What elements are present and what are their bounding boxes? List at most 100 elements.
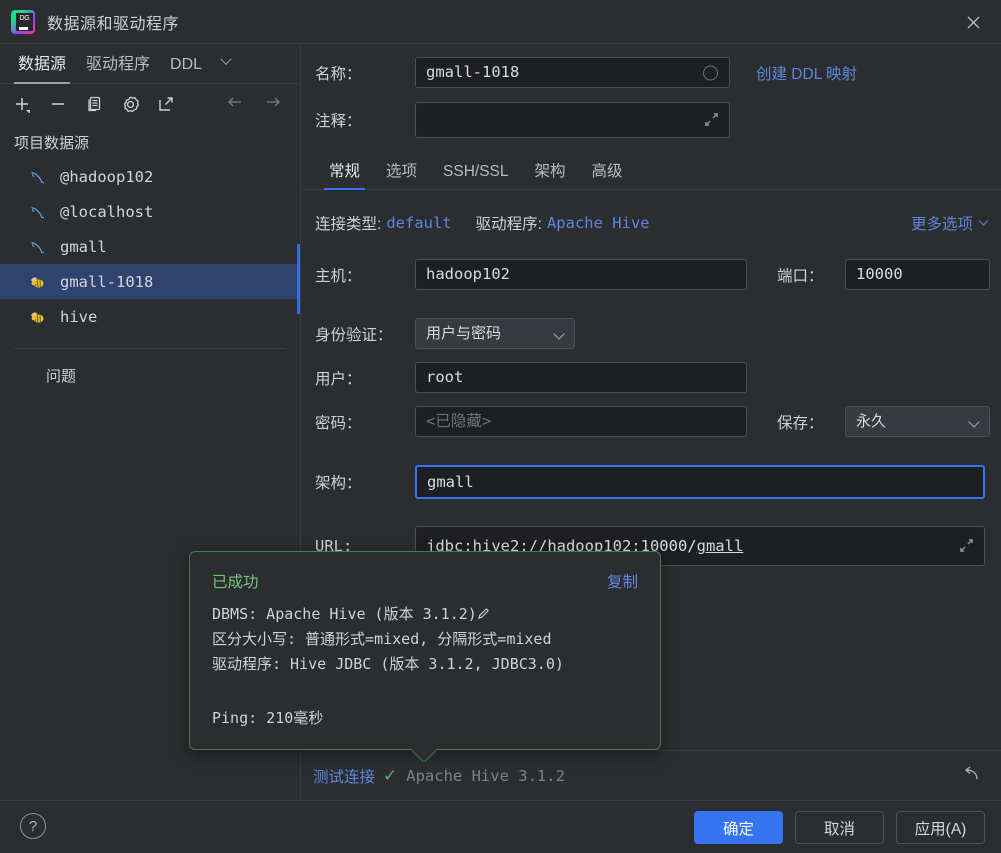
schema-input[interactable]: gmall	[415, 465, 985, 499]
sidebar-item-hadoop102[interactable]: @hadoop102	[0, 159, 300, 194]
sidebar-history-nav	[226, 94, 282, 115]
tab-options[interactable]: 选项	[373, 159, 430, 189]
dialog-buttons: 确定 取消 应用(A)	[694, 811, 985, 844]
url-schema-link[interactable]: gmall	[697, 537, 744, 555]
driver-value[interactable]: Apache Hive	[547, 214, 650, 232]
sidebar-toolbar	[0, 84, 300, 124]
popup-body: DBMS: Apache Hive (版本 3.1.2) 区分大小写: 普通形式…	[212, 602, 644, 677]
popup-copy-link[interactable]: 复制	[607, 570, 638, 592]
comment-input[interactable]	[415, 102, 730, 138]
test-connection-link[interactable]: 测试连接	[313, 765, 375, 787]
mysql-dolphin-icon	[28, 237, 48, 257]
name-input-wrap: gmall-1018	[415, 57, 730, 88]
schema-row: 架构： gmall	[315, 465, 985, 499]
revert-arrow-icon[interactable]	[961, 765, 983, 787]
mysql-dolphin-icon	[28, 167, 48, 187]
sidebar-item-label: @localhost	[60, 202, 154, 221]
port-input[interactable]: 10000	[845, 259, 990, 290]
tab-advanced[interactable]: 高级	[579, 159, 636, 189]
popup-dbms-text: DBMS: Apache Hive (版本 3.1.2)	[212, 605, 477, 623]
datagrip-logo-bar	[19, 27, 28, 30]
chevron-down-icon	[968, 416, 980, 428]
close-icon[interactable]	[959, 8, 987, 36]
question-mark-icon[interactable]: ?	[20, 813, 46, 839]
add-icon[interactable]	[12, 94, 32, 114]
save-value: 永久	[856, 413, 887, 430]
chevron-down-icon	[553, 328, 565, 340]
name-row: 名称： gmall-1018 创建 DDL 映射	[315, 57, 857, 88]
connection-type-label: 连接类型:	[315, 216, 382, 233]
host-row: 主机： hadoop102 端口： 10000	[315, 259, 990, 290]
password-row: 密码： <已隐藏> 保存： 永久	[315, 406, 990, 437]
sidebar-scrollbar[interactable]	[297, 244, 300, 314]
sidebar-item-hive[interactable]: hive	[0, 299, 300, 334]
popup-line-dbms: DBMS: Apache Hive (版本 3.1.2)	[212, 602, 644, 627]
forward-arrow-icon[interactable]	[264, 94, 282, 115]
user-row: 用户： root	[315, 362, 747, 393]
tab-ssh-ssl[interactable]: SSH/SSL	[430, 163, 521, 189]
mysql-dolphin-icon	[28, 202, 48, 222]
schema-label: 架构：	[315, 475, 362, 492]
test-connection-result: Apache Hive 3.1.2	[406, 766, 565, 785]
connection-success-popup: 已成功 复制 DBMS: Apache Hive (版本 3.1.2) 区分大小…	[189, 551, 661, 750]
ok-button[interactable]: 确定	[694, 811, 783, 844]
test-connection-strip: 测试连接 ✓ Apache Hive 3.1.2	[302, 750, 1001, 800]
password-input[interactable]: <已隐藏>	[415, 406, 747, 437]
authentication-select[interactable]: 用户与密码	[415, 318, 575, 349]
tab-schema[interactable]: 架构	[522, 159, 579, 189]
popup-ping: Ping: 210毫秒	[212, 709, 324, 727]
popup-line-case: 区分大小写: 普通形式=mixed, 分隔形式=mixed	[212, 630, 552, 648]
sidebar-item-gmall-1018[interactable]: gmall-1018	[0, 264, 300, 299]
duplicate-icon[interactable]	[84, 94, 104, 114]
comment-input-wrap	[415, 102, 730, 138]
comment-row: 注释：	[315, 102, 730, 138]
save-select[interactable]: 永久	[845, 406, 990, 437]
popup-tail	[411, 749, 437, 762]
sidebar-item-label: gmall	[60, 237, 107, 256]
external-link-icon[interactable]	[156, 94, 176, 114]
sidebar-tab-ddl[interactable]: DDL	[160, 56, 212, 83]
window-title: 数据源和驱动程序	[47, 15, 180, 33]
dialog-footer: ? 确定 取消 应用(A)	[0, 800, 1001, 853]
apply-button[interactable]: 应用(A)	[896, 811, 985, 844]
color-swatch-icon[interactable]	[703, 65, 718, 80]
sidebar-tab-datasources[interactable]: 数据源	[8, 50, 76, 84]
password-placeholder: <已隐藏>	[426, 412, 492, 430]
expand-editor-icon[interactable]	[959, 538, 975, 554]
sidebar-item-localhost[interactable]: @localhost	[0, 194, 300, 229]
hive-bee-icon	[28, 272, 48, 292]
form-tabs: 常规 选项 SSH/SSL 架构 高级	[302, 156, 1001, 190]
expand-editor-icon[interactable]	[704, 112, 720, 128]
settings-gear-icon[interactable]	[120, 94, 140, 114]
remove-icon[interactable]	[48, 94, 68, 114]
port-label: 端口：	[777, 267, 824, 285]
sidebar-item-gmall[interactable]: gmall	[0, 229, 300, 264]
connection-type-value[interactable]: default	[386, 214, 451, 232]
back-arrow-icon[interactable]	[226, 94, 244, 115]
chevron-down-icon[interactable]	[978, 215, 989, 226]
check-mark-icon: ✓	[383, 765, 398, 785]
authentication-value: 用户与密码	[426, 325, 502, 342]
tab-general[interactable]: 常规	[316, 159, 373, 190]
title-bar: DG 数据源和驱动程序	[0, 0, 1001, 44]
datagrip-logo-icon: DG	[11, 9, 35, 34]
sidebar-item-label: @hadoop102	[60, 167, 154, 186]
name-input[interactable]: gmall-1018	[415, 57, 730, 88]
password-label: 密码：	[315, 414, 362, 432]
user-label: 用户：	[315, 370, 362, 388]
more-options-link[interactable]: 更多选项	[911, 212, 973, 234]
host-input[interactable]: hadoop102	[415, 259, 747, 290]
pencil-icon[interactable]	[477, 603, 490, 620]
popup-status-label: 已成功	[212, 574, 259, 591]
authentication-label: 身份验证：	[315, 326, 393, 344]
hive-bee-icon	[28, 307, 48, 327]
sidebar-tabs-overflow-chevron-icon[interactable]	[212, 53, 240, 83]
user-input[interactable]: root	[415, 362, 747, 393]
cancel-button[interactable]: 取消	[795, 811, 884, 844]
create-ddl-mapping-link[interactable]: 创建 DDL 映射	[756, 62, 857, 84]
sidebar-tab-drivers[interactable]: 驱动程序	[76, 50, 160, 83]
authentication-row: 身份验证： 用户与密码	[315, 318, 575, 349]
sidebar-item-problems[interactable]: 问题	[0, 349, 300, 386]
save-label: 保存：	[777, 414, 824, 432]
datasource-group-header: 项目数据源	[14, 135, 90, 152]
